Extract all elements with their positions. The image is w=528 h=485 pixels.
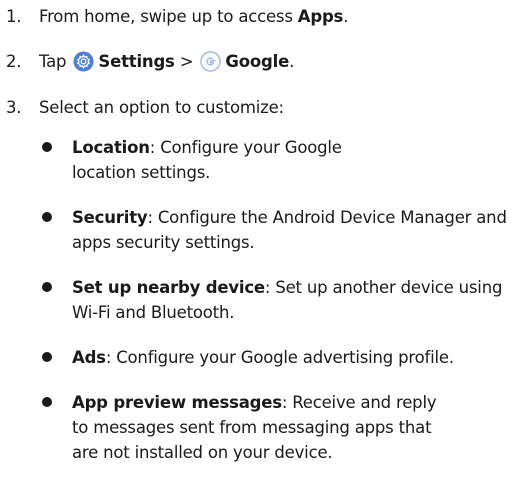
step-text: From home, swipe up to access xyxy=(39,7,298,26)
option-term: Location xyxy=(72,138,150,157)
list-item: Security: Configure the Android Device M… xyxy=(38,205,528,255)
step-text: Tap xyxy=(39,52,72,71)
step-punct: . xyxy=(343,7,349,26)
settings-gear-icon xyxy=(73,51,94,72)
option-description: : Configure your Google advertising prof… xyxy=(105,348,454,367)
step-1: 1. From home, swipe up to access Apps. xyxy=(6,6,348,28)
google-label: Google xyxy=(225,52,290,71)
step-number: 2. xyxy=(6,52,22,71)
bullet-dot xyxy=(42,142,52,152)
bullet-dot xyxy=(42,352,52,362)
step-3: 3. Select an option to customize: xyxy=(6,97,284,119)
step-number: 1. xyxy=(6,7,22,26)
bullet-dot xyxy=(42,212,52,222)
step-2: 2. Tap Settings > Google. xyxy=(6,51,294,73)
apps-label: Apps xyxy=(297,7,344,26)
breadcrumb-separator: > xyxy=(174,52,199,71)
step-text: Select an option to customize: xyxy=(39,98,284,117)
option-term: Ads xyxy=(72,348,106,367)
step-number: 3. xyxy=(6,98,22,117)
settings-label: Settings xyxy=(98,52,175,71)
list-item: App preview messages: Receive and reply … xyxy=(38,390,444,465)
list-item: Set up nearby device: Set up another dev… xyxy=(38,275,528,325)
list-item: Ads: Configure your Google advertising p… xyxy=(38,345,528,370)
option-term: App preview messages xyxy=(72,393,282,412)
step-punct: . xyxy=(289,52,295,71)
bullet-dot xyxy=(42,397,52,407)
google-g-icon xyxy=(200,51,222,72)
list-item: Location: Configure your Google location… xyxy=(38,135,402,185)
bullet-dot xyxy=(42,282,52,292)
option-term: Security xyxy=(72,208,148,227)
option-term: Set up nearby device xyxy=(72,278,265,297)
options-list: Location: Configure your Google location… xyxy=(38,135,528,485)
